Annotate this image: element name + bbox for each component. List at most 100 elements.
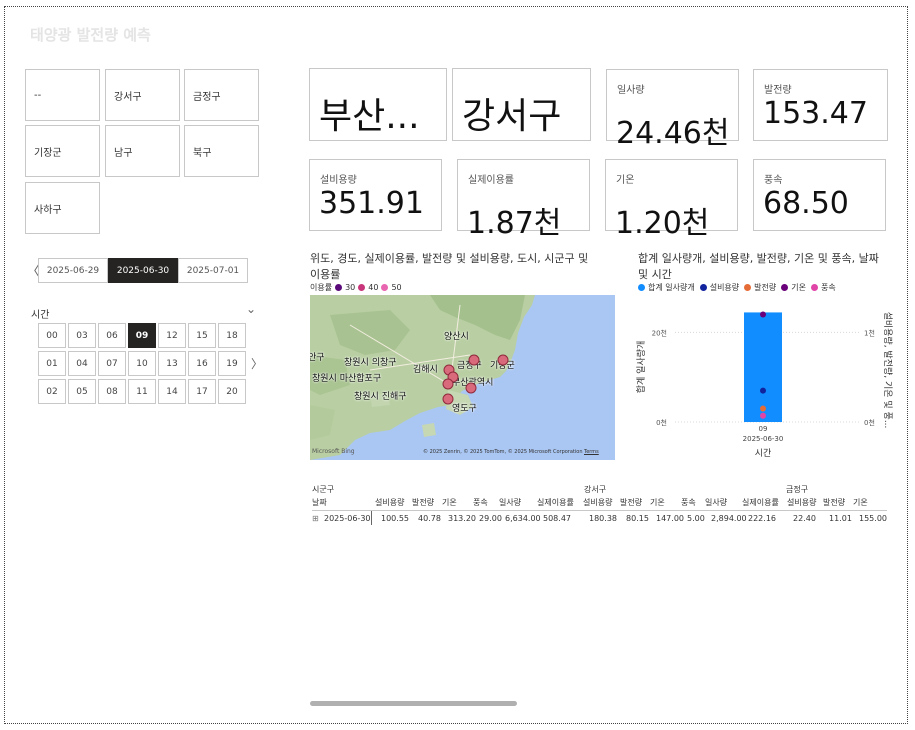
y2-tick-label: 1천 — [864, 328, 875, 337]
matrix-column-header[interactable]: 기온 — [442, 497, 457, 508]
district-option-buk[interactable]: 북구 — [184, 125, 259, 177]
matrix-column-header[interactable]: 기온 — [853, 497, 868, 508]
matrix-column-header[interactable]: 일사량 — [499, 497, 521, 508]
map-bubble — [497, 354, 509, 366]
map-bubble — [442, 378, 454, 390]
hour-option-selected[interactable]: 09 — [128, 323, 156, 348]
matrix-column-header[interactable]: 설비용량 — [787, 497, 816, 508]
map-terms-link[interactable]: Terms — [584, 449, 599, 455]
hour-option[interactable]: 05 — [68, 379, 96, 404]
hour-option[interactable]: 15 — [188, 323, 216, 348]
matrix-column-header[interactable]: 기온 — [650, 497, 665, 508]
matrix-column-header[interactable]: 설비용량 — [375, 497, 404, 508]
matrix-column-header[interactable]: 실제이용률 — [537, 497, 574, 508]
irradiance-card-value: 24.46천 — [616, 116, 730, 151]
matrix-column-header[interactable]: 풍속 — [681, 497, 696, 508]
matrix-group-header: 강서구 — [584, 485, 607, 494]
point-3 — [760, 311, 766, 318]
district-option-none[interactable]: -- — [25, 69, 100, 121]
hour-option[interactable]: 18 — [218, 323, 246, 348]
matrix-cell: 147.00 — [656, 514, 684, 523]
y-axis-title: 합계 일사량개 — [635, 341, 647, 394]
map-credit: © 2025 Zenrin, © 2025 TomTom, © 2025 Mic… — [423, 449, 583, 455]
x-tick-label: 09 — [759, 425, 768, 433]
district-card-value: 강서구 — [462, 96, 562, 137]
district-option-geumjeong[interactable]: 금정구 — [184, 69, 259, 121]
hour-option[interactable]: 10 — [128, 351, 156, 376]
point-2 — [760, 405, 766, 412]
chevron-down-icon[interactable]: ⌄ — [246, 302, 256, 316]
y-tick-label: 0천 — [656, 418, 667, 427]
y2-tick-label: 0천 — [864, 418, 875, 427]
district-option-gangseo[interactable]: 강서구 — [105, 69, 180, 121]
generation-card: 발전량 153.47 — [753, 69, 888, 141]
matrix-column-header[interactable]: 풍속 — [473, 497, 488, 508]
hour-option[interactable]: 03 — [68, 323, 96, 348]
hour-option[interactable]: 13 — [158, 351, 186, 376]
hour-option[interactable]: 16 — [188, 351, 216, 376]
legend-dot-icon — [381, 284, 389, 291]
matrix-column-header[interactable]: 발전량 — [412, 497, 434, 508]
city-card-value: 부산... — [319, 96, 420, 137]
combo-chart[interactable]: 0천 20천 0천 1천 09 2025-06-30 시간 합계 일사량개 설비용량, 발전량,… — [630, 295, 895, 465]
wind-card-label: 풍속 — [764, 175, 783, 186]
legend-dot-icon — [699, 284, 707, 291]
date-option[interactable]: 2025-06-29 — [38, 258, 108, 283]
map-legend: 이용률 30 40 50 — [310, 282, 402, 293]
point-1 — [760, 387, 766, 394]
matrix-column-header[interactable]: 일사량 — [705, 497, 727, 508]
matrix-cell: 40.78 — [418, 514, 441, 523]
map-title: 위도, 경도, 실제이용률, 발전량 및 설비용량, 도시, 시군구 및 이용률 — [310, 252, 589, 281]
date-option-selected[interactable]: 2025-06-30 — [108, 258, 178, 283]
hour-option[interactable]: 00 — [38, 323, 66, 348]
map-visual[interactable]: 양산시 창원시 의창구 김해시 금정구 기장군 창원시 마산합포구 부산광역시 … — [310, 295, 615, 460]
matrix-row-header-2: 날짜 — [312, 498, 327, 507]
matrix-column-header[interactable]: 실제이용률 — [742, 497, 779, 508]
hour-option[interactable]: 04 — [68, 351, 96, 376]
matrix-cell: 180.38 — [589, 514, 617, 523]
capacity-card: 설비용량 351.91 — [309, 159, 442, 231]
hour-option[interactable]: 11 — [128, 379, 156, 404]
matrix-cell: 22.40 — [793, 514, 816, 523]
hour-next-icon[interactable]: 〉 — [251, 355, 263, 372]
map-legend-item: 50 — [391, 283, 402, 292]
matrix-cell: 508.47 — [543, 514, 571, 523]
hour-option[interactable]: 06 — [98, 323, 126, 348]
matrix-column-header[interactable]: 발전량 — [620, 497, 642, 508]
hour-option[interactable]: 14 — [158, 379, 186, 404]
wind-card-value: 68.50 — [763, 186, 849, 221]
map-legend-label: 이용률 — [310, 283, 333, 292]
expand-icon[interactable]: ⊞ — [312, 514, 319, 523]
matrix-column-header[interactable]: 설비용량 — [583, 497, 612, 508]
hour-option[interactable]: 17 — [188, 379, 216, 404]
horizontal-scrollbar[interactable] — [310, 701, 517, 706]
matrix-group-header: 금정구 — [786, 485, 809, 494]
hour-option[interactable]: 20 — [218, 379, 246, 404]
map-bubble — [468, 354, 480, 366]
chart-legend-item: 설비용량 — [709, 283, 740, 292]
irradiance-card-label: 일사량 — [617, 85, 645, 96]
chart-legend: 합계 일사량개 설비용량 발전량 기온 풍속 — [638, 282, 838, 293]
legend-dot-icon — [781, 284, 789, 291]
utilization-card-label: 실제이용률 — [468, 175, 514, 186]
district-option-saha[interactable]: 사하구 — [25, 182, 100, 234]
hour-option[interactable]: 02 — [38, 379, 66, 404]
map-bubble — [465, 382, 477, 394]
matrix-cell: 155.00 — [859, 514, 887, 523]
matrix-column-header[interactable]: 발전량 — [823, 497, 845, 508]
hour-option[interactable]: 12 — [158, 323, 186, 348]
wind-card: 풍속 68.50 — [753, 159, 886, 231]
legend-dot-icon — [744, 284, 752, 291]
hour-option[interactable]: 08 — [98, 379, 126, 404]
district-option-gijang[interactable]: 기장군 — [25, 125, 100, 177]
hour-option[interactable]: 01 — [38, 351, 66, 376]
matrix-row-label: 2025-06-30 — [324, 514, 371, 523]
temperature-card-value: 1.20천 — [615, 206, 710, 241]
x-axis-title: 시간 — [755, 448, 772, 459]
district-option-nam[interactable]: 남구 — [105, 125, 180, 177]
x-tick-sublabel: 2025-06-30 — [743, 435, 784, 443]
matrix-cell: 80.15 — [626, 514, 649, 523]
date-option[interactable]: 2025-07-01 — [178, 258, 248, 283]
hour-option[interactable]: 19 — [218, 351, 246, 376]
hour-option[interactable]: 07 — [98, 351, 126, 376]
